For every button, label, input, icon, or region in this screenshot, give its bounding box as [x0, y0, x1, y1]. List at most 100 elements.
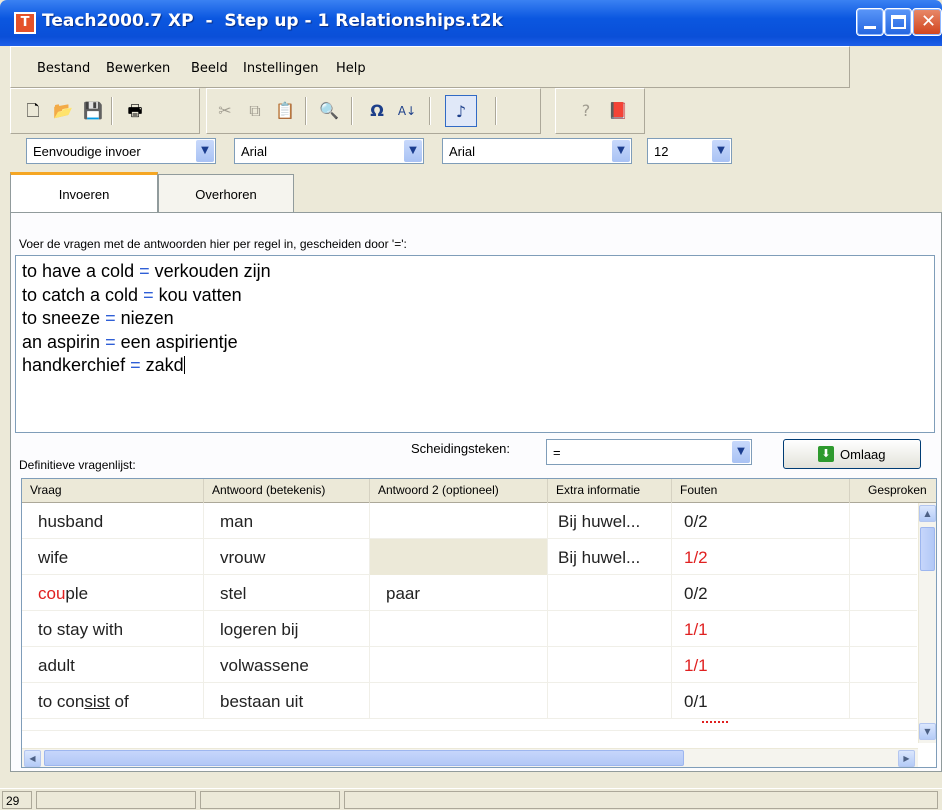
- table-row[interactable]: husband man Bij huwel... 0/2: [22, 503, 917, 539]
- menu-help[interactable]: Help: [336, 61, 366, 76]
- table-row-partial: [22, 719, 917, 731]
- cut-icon[interactable]: ✂: [213, 99, 237, 123]
- toolbar-separator: [111, 97, 113, 125]
- chevron-down-icon[interactable]: ▼: [196, 140, 214, 162]
- find-icon[interactable]: 🔍: [317, 99, 341, 123]
- new-icon[interactable]: 🗋: [21, 99, 45, 123]
- menu-bestand[interactable]: Bestand: [37, 61, 90, 76]
- table-row[interactable]: adult volwassene 1/1: [22, 647, 917, 683]
- sort-icon[interactable]: A↓: [395, 99, 419, 123]
- menu-bar: Bestand Bewerken Beeld Instellingen Help: [10, 46, 850, 88]
- entry-line: handkerchief = zakd: [22, 355, 185, 375]
- scroll-down-icon[interactable]: ▼: [919, 723, 936, 740]
- column-header-gesproken[interactable]: Gesproken: [850, 479, 936, 503]
- toolbar-separator: [351, 97, 353, 125]
- cell-fouten: 0/2: [672, 503, 850, 539]
- tab-overhoren[interactable]: Overhoren: [158, 174, 294, 212]
- cell-vraag: husband: [22, 503, 204, 539]
- book-icon[interactable]: 📕: [606, 99, 630, 123]
- table-row[interactable]: couple stel paar 0/2: [22, 575, 917, 611]
- cell-antwoord: logeren bij: [204, 611, 370, 647]
- chevron-down-icon[interactable]: ▼: [404, 140, 422, 162]
- cell-antwoord: volwassene: [204, 647, 370, 683]
- mode-select[interactable]: Eenvoudige invoer ▼: [26, 138, 216, 164]
- chevron-down-icon[interactable]: ▼: [612, 140, 630, 162]
- cell-antwoord2: [370, 647, 548, 683]
- menu-beeld[interactable]: Beeld: [191, 61, 228, 76]
- cell-fouten: 0/2: [672, 575, 850, 611]
- scroll-left-icon[interactable]: ◀: [24, 750, 41, 767]
- underline-text: sist: [84, 692, 110, 711]
- omlaag-button[interactable]: ⬇ Omlaag: [783, 439, 921, 469]
- status-panel: [200, 791, 340, 809]
- minimize-button[interactable]: [856, 8, 884, 36]
- cell-fouten: 1/2: [672, 539, 850, 575]
- scroll-right-icon[interactable]: ▶: [898, 750, 915, 767]
- cell-fouten: 1/1: [672, 611, 850, 647]
- toolbar-separator: [305, 97, 307, 125]
- menu-instellingen[interactable]: Instellingen: [243, 61, 319, 76]
- partial-red-text: [702, 721, 728, 724]
- cell-vraag: couple: [22, 575, 204, 611]
- entry-instruction: Voer de vragen met de antwoorden hier pe…: [19, 237, 407, 251]
- vertical-scrollbar[interactable]: ▲ ▼: [918, 503, 936, 743]
- status-panel: [344, 791, 938, 809]
- chevron-down-icon[interactable]: ▼: [712, 140, 730, 162]
- entry-line: to have a cold = verkouden zijn: [22, 261, 271, 281]
- font1-value: Arial: [241, 144, 268, 159]
- cell-extra: [548, 611, 672, 647]
- tab-label: Overhoren: [195, 187, 257, 202]
- maximize-button[interactable]: [884, 8, 912, 36]
- title-bar[interactable]: T Teach2000.7 XP - Step up - 1 Relations…: [0, 0, 942, 46]
- table-row[interactable]: to stay with logeren bij 1/1: [22, 611, 917, 647]
- paste-icon[interactable]: 📋: [273, 99, 297, 123]
- table-row[interactable]: to consist of bestaan uit 0/1: [22, 683, 917, 719]
- cell-antwoord2: [370, 683, 548, 719]
- question-grid[interactable]: Vraag Antwoord (betekenis) Antwoord 2 (o…: [21, 478, 937, 768]
- cell-fouten: 0/1: [672, 683, 850, 719]
- omega-icon[interactable]: Ω: [365, 99, 389, 123]
- sound-icon[interactable]: ♪: [445, 95, 477, 127]
- menu-bewerken[interactable]: Bewerken: [106, 61, 170, 76]
- column-header-fouten[interactable]: Fouten: [672, 479, 850, 503]
- format-bar: Eenvoudige invoer ▼ Arial ▼ Arial ▼ 12 ▼: [10, 134, 840, 172]
- scroll-thumb[interactable]: [920, 527, 935, 571]
- open-icon[interactable]: 📂: [51, 99, 75, 123]
- help-icon[interactable]: ?: [574, 99, 598, 123]
- horizontal-scrollbar[interactable]: ◀ ▶: [22, 748, 918, 767]
- copy-icon[interactable]: ⧉: [243, 99, 267, 123]
- separator-label: Scheidingsteken:: [411, 441, 511, 456]
- column-header-vraag[interactable]: Vraag: [22, 479, 204, 503]
- entry-line: to catch a cold = kou vatten: [22, 284, 242, 305]
- scroll-thumb[interactable]: [44, 750, 684, 766]
- cell-antwoord: vrouw: [204, 539, 370, 575]
- column-header-antwoord[interactable]: Antwoord (betekenis): [204, 479, 370, 503]
- chevron-down-icon[interactable]: ▼: [732, 441, 750, 463]
- column-header-antwoord2[interactable]: Antwoord 2 (optioneel): [370, 479, 548, 503]
- separator-select[interactable]: = ▼: [546, 439, 752, 465]
- save-icon[interactable]: 💾: [81, 99, 105, 123]
- app-window: T Teach2000.7 XP - Step up - 1 Relations…: [0, 0, 942, 810]
- cell-antwoord: bestaan uit: [204, 683, 370, 719]
- status-panel: [36, 791, 196, 809]
- tab-panel: Voer de vragen met de antwoorden hier pe…: [10, 212, 942, 772]
- size-select[interactable]: 12 ▼: [647, 138, 732, 164]
- status-count: 29: [2, 791, 32, 809]
- cell-extra: Bij huwel...: [548, 539, 672, 575]
- omlaag-label: Omlaag: [840, 447, 886, 462]
- print-icon[interactable]: 🖶: [123, 99, 147, 123]
- close-button[interactable]: ✕: [912, 8, 942, 36]
- entry-textarea[interactable]: to have a cold = verkouden zijn to catch…: [15, 255, 935, 433]
- font2-select[interactable]: Arial ▼: [442, 138, 632, 164]
- tab-strip: Invoeren Overhoren: [10, 172, 942, 214]
- app-icon: T: [14, 12, 36, 34]
- tab-invoeren[interactable]: Invoeren: [10, 172, 158, 214]
- scroll-up-icon[interactable]: ▲: [919, 505, 936, 522]
- file-toolbar: 🗋 📂 💾 🖶: [10, 88, 200, 134]
- font2-value: Arial: [449, 144, 476, 159]
- table-row[interactable]: wife vrouw Bij huwel... 1/2: [22, 539, 917, 575]
- font1-select[interactable]: Arial ▼: [234, 138, 424, 164]
- entry-line: an aspirin = een aspirientje: [22, 331, 238, 352]
- column-header-extra[interactable]: Extra informatie: [548, 479, 672, 503]
- cell-vraag: to consist of: [22, 683, 204, 719]
